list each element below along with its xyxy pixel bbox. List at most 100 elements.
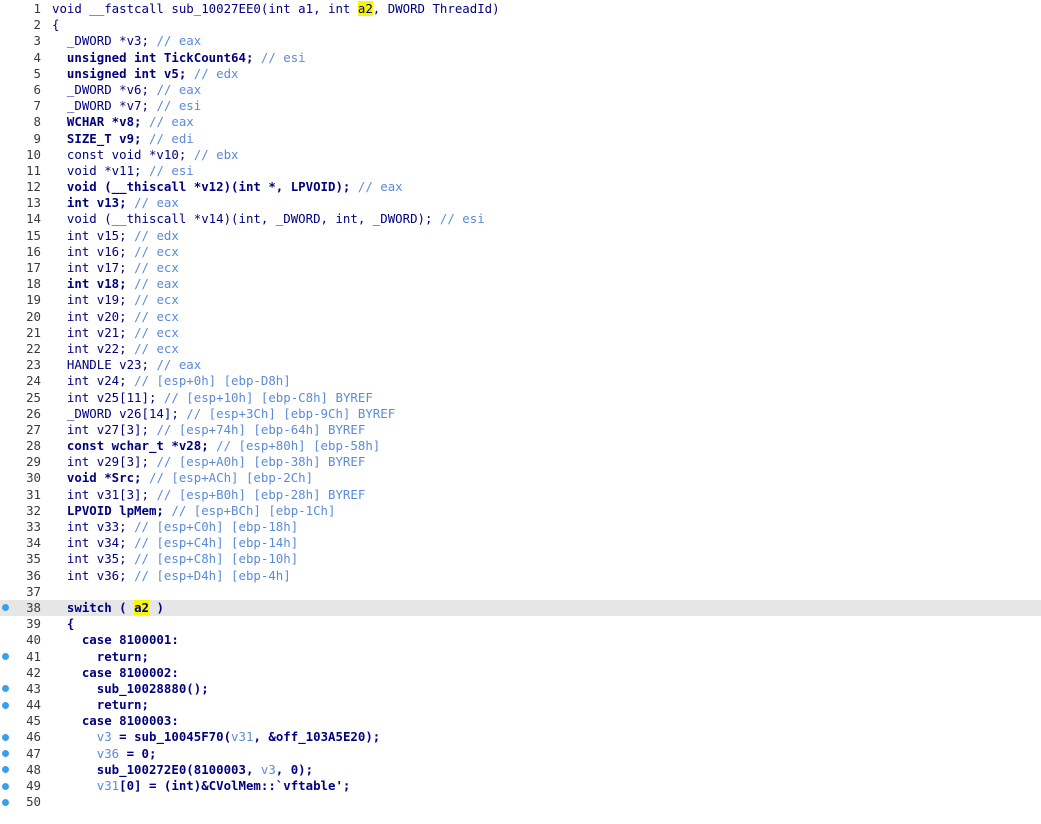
code-text[interactable]: int v34; // [esp+C4h] [ebp-14h] (52, 535, 298, 551)
code-line[interactable]: 1 void __fastcall sub_10027EE0(int a1, in… (0, 1, 1041, 17)
code-line[interactable]: 7 _DWORD *v7; // esi (0, 98, 1041, 114)
code-text[interactable]: case 8100002: (52, 665, 179, 681)
code-text[interactable]: int v24; // [esp+0h] [ebp-D8h] (52, 373, 291, 389)
code-text[interactable]: sub_100272E0(8100003, v3, 0); (52, 762, 313, 778)
code-line[interactable]: 27 int v27[3]; // [esp+74h] [ebp-64h] BY… (0, 422, 1041, 438)
code-text[interactable]: int v25[11]; // [esp+10h] [ebp-C8h] BYRE… (52, 390, 373, 406)
code-text[interactable]: int v27[3]; // [esp+74h] [ebp-64h] BYREF (52, 422, 365, 438)
code-line[interactable]: 23 HANDLE v23; // eax (0, 357, 1041, 373)
breakpoint-marker-icon[interactable] (2, 782, 9, 790)
code-text[interactable]: void __fastcall sub_10027EE0(int a1, int… (52, 1, 500, 17)
code-text[interactable]: HANDLE v23; // eax (52, 357, 201, 373)
code-line[interactable]: 37 (0, 584, 1041, 600)
code-text[interactable]: void *Src; // [esp+ACh] [ebp-2Ch] (52, 470, 313, 486)
code-text[interactable]: int v17; // ecx (52, 260, 179, 276)
code-line[interactable]: 5 unsigned int v5; // edx (0, 66, 1041, 82)
code-text[interactable]: switch ( a2 ) (52, 599, 164, 616)
code-line[interactable]: 33 int v33; // [esp+C0h] [ebp-18h] (0, 519, 1041, 535)
code-text[interactable]: unsigned int TickCount64; // esi (52, 50, 306, 66)
code-text[interactable]: case 8100003: (52, 713, 179, 729)
code-line[interactable]: 41 return; (0, 649, 1041, 665)
code-text[interactable]: case 8100001: (52, 632, 179, 648)
code-line[interactable]: 26 _DWORD v26[14]; // [esp+3Ch] [ebp-9Ch… (0, 406, 1041, 422)
code-line[interactable]: 15 int v15; // edx (0, 228, 1041, 244)
code-line[interactable]: 8 WCHAR *v8; // eax (0, 114, 1041, 130)
code-text[interactable]: int v19; // ecx (52, 292, 179, 308)
code-line[interactable]: 25 int v25[11]; // [esp+10h] [ebp-C8h] B… (0, 390, 1041, 406)
code-line[interactable]: 29 int v29[3]; // [esp+A0h] [ebp-38h] BY… (0, 454, 1041, 470)
code-line[interactable]: 45 case 8100003: (0, 713, 1041, 729)
breakpoint-marker-icon[interactable] (2, 653, 9, 660)
code-text[interactable]: int v20; // ecx (52, 309, 179, 325)
code-text[interactable]: _DWORD *v7; // esi (52, 98, 201, 114)
code-text[interactable]: WCHAR *v8; // eax (52, 114, 194, 130)
breakpoint-marker-icon[interactable] (2, 685, 9, 693)
code-text[interactable]: int v22; // ecx (52, 341, 179, 357)
code-text[interactable]: int v29[3]; // [esp+A0h] [ebp-38h] BYREF (52, 454, 365, 470)
code-line[interactable]: 31 int v31[3]; // [esp+B0h] [ebp-28h] BY… (0, 487, 1041, 503)
code-line[interactable]: 38 switch ( a2 ) (0, 599, 1041, 617)
breakpoint-marker-icon[interactable] (2, 766, 9, 774)
code-text[interactable]: int v31[3]; // [esp+B0h] [ebp-28h] BYREF (52, 487, 365, 503)
code-line[interactable]: 40 case 8100001: (0, 632, 1041, 648)
code-line[interactable]: 21 int v21; // ecx (0, 325, 1041, 341)
code-text[interactable]: sub_10028880(); (52, 681, 209, 697)
code-line[interactable]: 39 { (0, 616, 1041, 632)
code-line[interactable]: 35 int v35; // [esp+C8h] [ebp-10h] (0, 551, 1041, 567)
code-text[interactable]: int v16; // ecx (52, 244, 179, 260)
code-text[interactable]: SIZE_T v9; // edi (52, 131, 194, 147)
code-line[interactable]: 28 const wchar_t *v28; // [esp+80h] [ebp… (0, 438, 1041, 454)
code-text[interactable]: return; (52, 649, 149, 665)
code-line[interactable]: 3 _DWORD *v3; // eax (0, 33, 1041, 49)
code-text[interactable]: int v35; // [esp+C8h] [ebp-10h] (52, 551, 298, 567)
code-line[interactable]: 9 SIZE_T v9; // edi (0, 131, 1041, 147)
code-text[interactable]: int v21; // ecx (52, 325, 179, 341)
code-text[interactable]: int v36; // [esp+D4h] [ebp-4h] (52, 568, 291, 584)
code-line[interactable]: 11 void *v11; // esi (0, 163, 1041, 179)
code-line[interactable]: 13 int v13; // eax (0, 195, 1041, 211)
code-text[interactable]: return; (52, 697, 149, 713)
breakpoint-marker-icon[interactable] (2, 701, 9, 709)
code-text[interactable]: int v18; // eax (52, 276, 179, 292)
code-line[interactable]: 10 const void *v10; // ebx (0, 147, 1041, 163)
code-text[interactable]: const void *v10; // ebx (52, 147, 239, 163)
code-text[interactable]: { (52, 17, 59, 33)
code-line[interactable]: 24 int v24; // [esp+0h] [ebp-D8h] (0, 373, 1041, 389)
code-line[interactable]: 34 int v34; // [esp+C4h] [ebp-14h] (0, 535, 1041, 551)
code-line[interactable]: 36 int v36; // [esp+D4h] [ebp-4h] (0, 568, 1041, 584)
code-line[interactable]: 42 case 8100002: (0, 665, 1041, 681)
breakpoint-marker-icon[interactable] (2, 798, 9, 806)
code-line[interactable]: 14 void (__thiscall *v14)(int, _DWORD, i… (0, 211, 1041, 227)
code-line[interactable]: 43 sub_10028880(); (0, 681, 1041, 697)
code-text[interactable]: int v13; // eax (52, 195, 179, 211)
code-text[interactable]: void *v11; // esi (52, 163, 194, 179)
code-text[interactable]: int v33; // [esp+C0h] [ebp-18h] (52, 519, 298, 535)
code-line[interactable]: 49 v31[0] = (int)&CVolMem::`vftable'; (0, 778, 1041, 794)
pseudocode-view[interactable]: 1 void __fastcall sub_10027EE0(int a1, in… (0, 0, 1041, 824)
code-line[interactable]: 22 int v22; // ecx (0, 341, 1041, 357)
code-text[interactable]: _DWORD *v6; // eax (52, 82, 201, 98)
code-line[interactable]: 18 int v18; // eax (0, 276, 1041, 292)
code-line[interactable]: 17 int v17; // ecx (0, 260, 1041, 276)
code-line[interactable]: 44 return; (0, 697, 1041, 713)
code-text[interactable]: _DWORD *v3; // eax (52, 33, 201, 49)
breakpoint-marker-icon[interactable] (2, 733, 9, 741)
code-text[interactable]: LPVOID lpMem; // [esp+BCh] [ebp-1Ch] (52, 503, 336, 519)
breakpoint-marker-icon[interactable] (2, 604, 9, 612)
code-line[interactable]: 4 unsigned int TickCount64; // esi (0, 50, 1041, 66)
code-text[interactable]: v3 = sub_10045F70(v31, &off_103A5E20); (52, 729, 381, 745)
code-line[interactable]: 20 int v20; // ecx (0, 309, 1041, 325)
code-text[interactable]: v36 = 0; (52, 746, 157, 762)
code-line[interactable]: 46 v3 = sub_10045F70(v31, &off_103A5E20)… (0, 729, 1041, 745)
code-text[interactable]: v31[0] = (int)&CVolMem::`vftable'; (52, 778, 351, 794)
code-line[interactable]: 16 int v16; // ecx (0, 244, 1041, 260)
code-text[interactable]: void (__thiscall *v14)(int, _DWORD, int,… (52, 211, 485, 227)
code-text[interactable]: void (__thiscall *v12)(int *, LPVOID); /… (52, 179, 403, 195)
code-line[interactable]: 47 v36 = 0; (0, 746, 1041, 762)
code-text[interactable]: int v15; // edx (52, 228, 179, 244)
code-text[interactable]: _DWORD v26[14]; // [esp+3Ch] [ebp-9Ch] B… (52, 406, 395, 422)
code-line[interactable]: 2{ (0, 17, 1041, 33)
code-text[interactable]: unsigned int v5; // edx (52, 66, 239, 82)
code-line[interactable]: 6 _DWORD *v6; // eax (0, 82, 1041, 98)
code-text[interactable]: const wchar_t *v28; // [esp+80h] [ebp-58… (52, 438, 380, 454)
